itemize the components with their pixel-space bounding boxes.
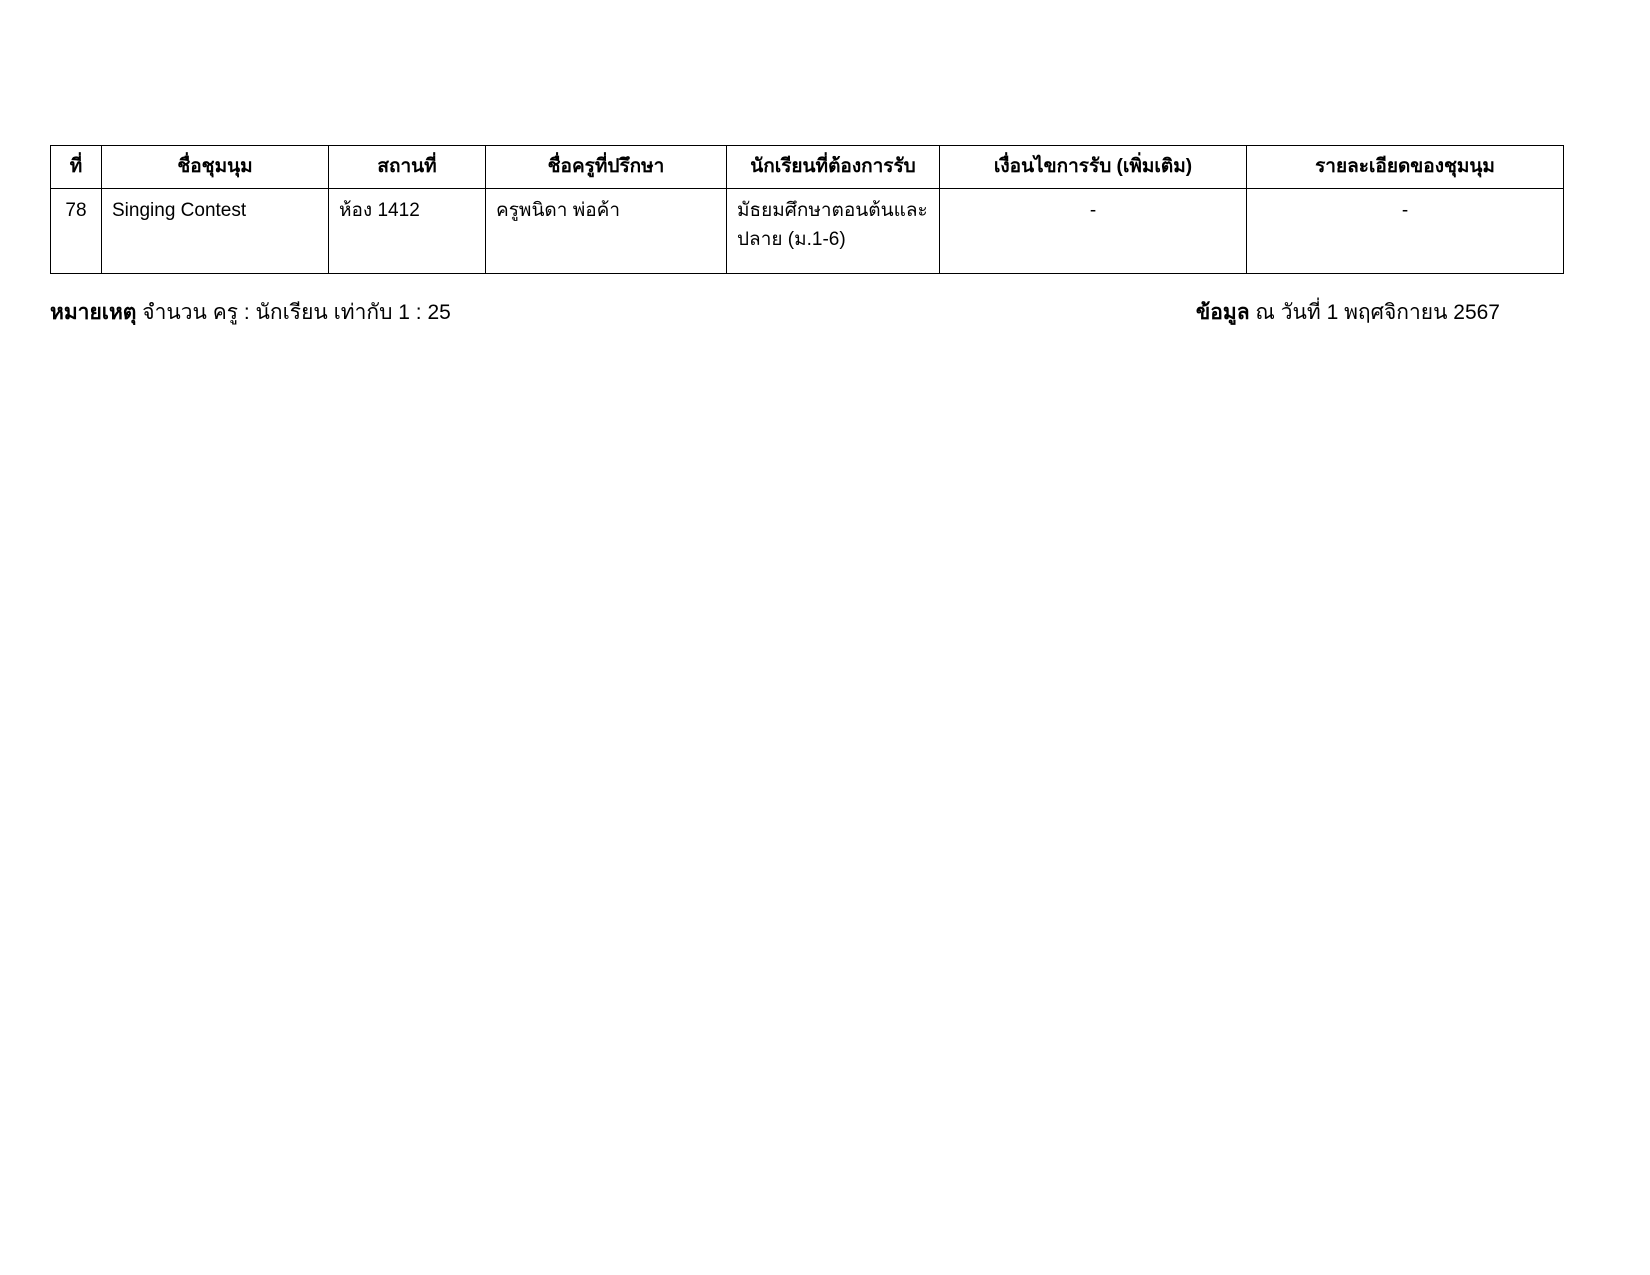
table-header-row: ที่ ชื่อชุมนุม สถานที่ ชื่อครูที่ปรึกษา … xyxy=(50,145,1564,189)
footnote-note-label: หมายเหตุ xyxy=(50,301,137,324)
column-header-conditions: เงื่อนไขการรับ (เพิ่มเติม) xyxy=(939,145,1247,189)
table-body: 78 Singing Contest ห้อง 1412 ครูพนิดา พ่… xyxy=(50,188,1564,274)
column-header-details: รายละเอียดของชุมนุม xyxy=(1246,145,1564,189)
column-header-teacher: ชื่อครูที่ปรึกษา xyxy=(485,145,727,189)
cell-place: ห้อง 1412 xyxy=(328,188,486,274)
cell-details: - xyxy=(1246,188,1564,274)
footnote-note-text: จำนวน ครู : นักเรียน เท่ากับ 1 : 25 xyxy=(142,301,451,324)
footnote-data-text: ณ วันที่ 1 พฤศจิกายน 2567 xyxy=(1255,301,1500,324)
column-header-place: สถานที่ xyxy=(328,145,486,189)
cell-no: 78 xyxy=(50,188,102,274)
cell-club-name: Singing Contest xyxy=(101,188,329,274)
footnote-data-label: ข้อมูล xyxy=(1195,301,1250,324)
cell-teacher: ครูพนิดา พ่อค้า xyxy=(485,188,727,274)
column-header-no: ที่ xyxy=(50,145,102,189)
footer-row: หมายเหตุ จำนวน ครู : นักเรียน เท่ากับ 1 … xyxy=(50,298,1500,327)
club-table: ที่ ชื่อชุมนุม สถานที่ ชื่อครูที่ปรึกษา … xyxy=(50,145,1564,274)
footnote-data-date: ข้อมูล ณ วันที่ 1 พฤศจิกายน 2567 xyxy=(1196,298,1500,327)
column-header-student-level: นักเรียนที่ต้องการรับ xyxy=(726,145,940,189)
table-row: 78 Singing Contest ห้อง 1412 ครูพนิดา พ่… xyxy=(50,188,1564,274)
cell-conditions: - xyxy=(939,188,1247,274)
document-page: ที่ ชื่อชุมนุม สถานที่ ชื่อครูที่ปรึกษา … xyxy=(0,0,1650,1275)
cell-student-level: มัธยมศึกษาตอนต้นและปลาย (ม.1-6) xyxy=(726,188,940,274)
table-header: ที่ ชื่อชุมนุม สถานที่ ชื่อครูที่ปรึกษา … xyxy=(50,145,1564,189)
column-header-club-name: ชื่อชุมนุม xyxy=(101,145,329,189)
footnote-note: หมายเหตุ จำนวน ครู : นักเรียน เท่ากับ 1 … xyxy=(50,298,451,327)
